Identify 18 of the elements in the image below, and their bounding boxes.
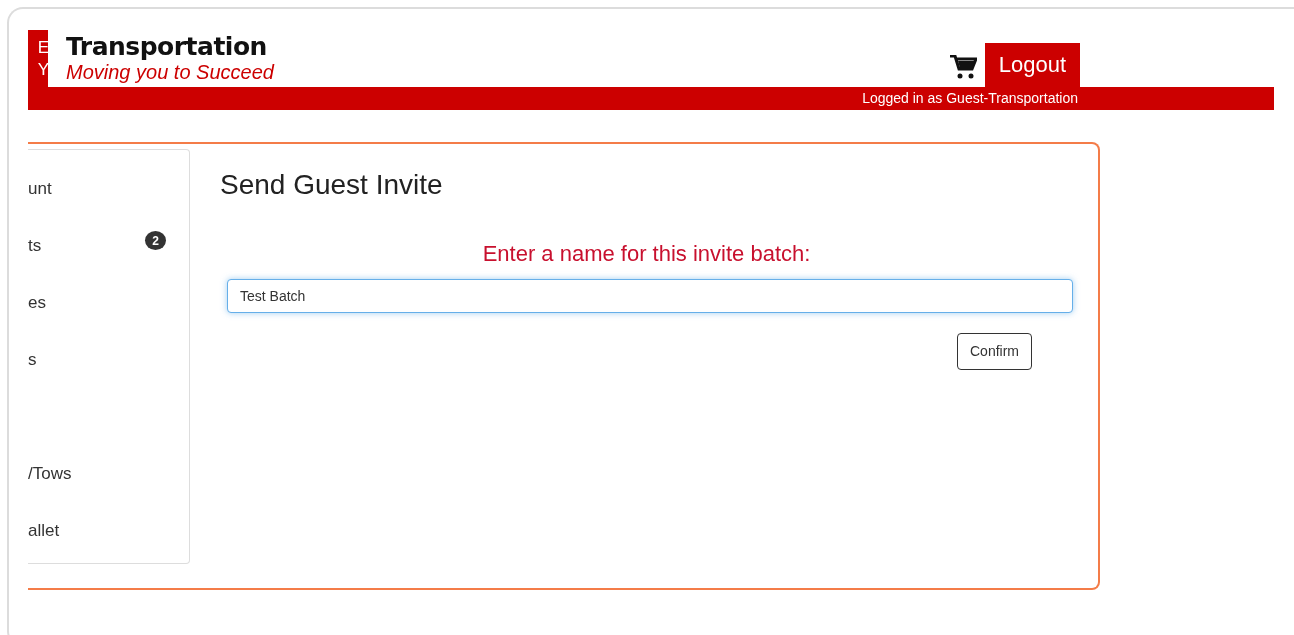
- sidebar-item[interactable]: unt: [28, 178, 52, 199]
- sidebar-item[interactable]: ts: [28, 235, 42, 256]
- logout-button[interactable]: Logout: [984, 43, 1080, 87]
- sidebar-item[interactable]: es: [28, 292, 46, 313]
- count-badge: 2: [145, 231, 166, 250]
- sidebar-item[interactable]: allet: [28, 520, 60, 541]
- logo-letter: Y: [37, 58, 48, 81]
- prompt-label: Enter a name for this invite batch:: [481, 241, 812, 267]
- brand-tagline: Moving you to Succeed: [66, 61, 274, 83]
- logged-in-text: Logged in as Guest-Transportation: [862, 89, 1078, 108]
- cart-icon[interactable]: [949, 55, 977, 79]
- confirm-button[interactable]: Confirm: [957, 333, 1032, 370]
- page-title: Send Guest Invite: [220, 168, 444, 202]
- sidebar-item[interactable]: /Tows: [28, 463, 72, 484]
- logo-letter: E: [37, 36, 48, 59]
- sidebar-item[interactable]: s: [28, 349, 37, 370]
- batch-name-field[interactable]: Test Batch: [227, 279, 1073, 313]
- brand-title: Transportation: [66, 33, 268, 61]
